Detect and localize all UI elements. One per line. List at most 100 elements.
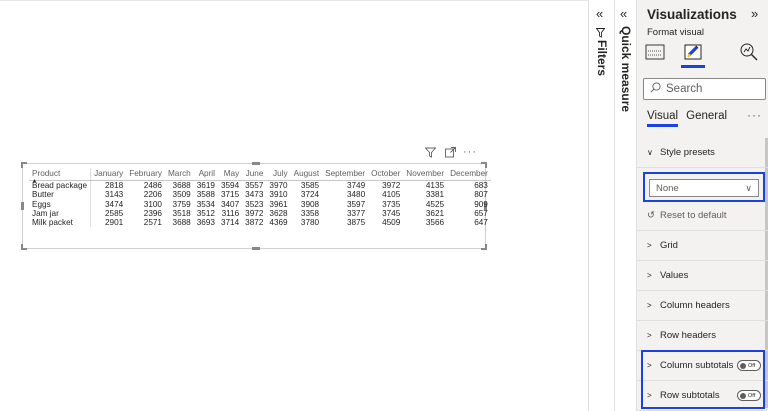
value-cell: 3473 (245, 190, 264, 200)
search-icon (650, 80, 661, 98)
value-cell: 2486 (143, 181, 162, 190)
value-cell: 3512 (196, 208, 215, 218)
value-cell: 3518 (172, 208, 191, 218)
resize-handle[interactable] (481, 244, 487, 250)
section-label: Grid (660, 240, 678, 251)
collapse-quick-measure-icon[interactable]: « (620, 6, 627, 21)
chevron-down-icon: ∨ (647, 148, 653, 157)
chevron-right-icon: > (647, 331, 652, 340)
value-cell: 3358 (300, 208, 320, 218)
build-visual-icon[interactable] (643, 40, 667, 64)
value-cell: 3780 (300, 218, 320, 228)
column-header[interactable]: October (368, 168, 404, 181)
sort-ascending-icon: ▲ (32, 178, 37, 184)
value-cell: 3597 (346, 199, 366, 209)
tab-visual[interactable]: Visual (647, 110, 679, 127)
tab-general[interactable]: General (686, 110, 727, 125)
value-cell: 4525 (425, 199, 445, 209)
resize-handle[interactable] (21, 244, 27, 250)
column-header[interactable]: August (290, 168, 323, 181)
column-header[interactable]: February (126, 168, 165, 181)
value-cell: 807 (474, 190, 488, 200)
table-row[interactable]: Butter 3143 2206 3509 3588 3715 3473 3910 3724 34… (29, 190, 491, 200)
style-preset-dropdown[interactable]: None ∨ (643, 172, 765, 202)
section-row-headers[interactable]: > Row headers (637, 321, 768, 351)
resize-handle[interactable] (21, 202, 24, 210)
filter-icon[interactable] (424, 146, 436, 158)
report-canvas[interactable]: ··· Product ▲ January February March Apri… (0, 0, 588, 411)
value-cell: 683 (474, 181, 488, 190)
column-header[interactable]: Product ▲ (29, 168, 92, 184)
analytics-icon[interactable] (737, 40, 761, 64)
filters-pane[interactable]: « Filters (588, 0, 614, 411)
column-header[interactable]: March (164, 168, 194, 181)
column-header[interactable]: January (90, 168, 127, 181)
column-header[interactable]: June (242, 168, 267, 181)
column-header[interactable]: July (266, 168, 291, 181)
resize-handle[interactable] (252, 247, 260, 250)
value-cell: 3745 (382, 208, 401, 218)
row-header-cell[interactable]: Milk packet (29, 218, 92, 228)
section-values[interactable]: > Values (637, 261, 768, 291)
matrix-visual[interactable]: Product ▲ January February March April Ma… (21, 162, 491, 250)
value-cell: 3688 (172, 218, 191, 228)
focus-mode-icon[interactable] (444, 146, 456, 158)
value-cell: 657 (474, 208, 488, 218)
value-cell: 2585 (105, 208, 124, 218)
collapse-filters-icon[interactable]: « (596, 6, 603, 21)
value-cell: 3381 (425, 190, 445, 200)
format-visual-label: Format visual (647, 27, 705, 38)
more-options-icon[interactable]: ··· (747, 108, 762, 122)
matrix-table: Product ▲ January February March April Ma… (29, 168, 491, 228)
value-cell: 3523 (245, 199, 264, 209)
section-label: Values (660, 270, 689, 281)
filters-label: Filters (595, 40, 609, 77)
column-header[interactable]: November (403, 168, 448, 181)
column-header[interactable]: May (217, 168, 243, 181)
value-cell: 3585 (300, 181, 320, 190)
value-cell: 3961 (269, 199, 288, 209)
dropdown-field[interactable]: None ∨ (649, 179, 759, 197)
table-row[interactable]: Bread package 2818 2486 3688 3619 3594 3557 397… (29, 180, 491, 191)
row-header-cell[interactable]: Bread package (29, 180, 92, 191)
row-header-cell[interactable]: Butter (29, 190, 92, 200)
table-row[interactable]: Eggs 3474 3100 3759 3534 3407 3523 3961 3908 3597… (29, 199, 491, 209)
active-indicator (681, 65, 705, 68)
table-row[interactable]: Milk packet 2901 2571 3688 3693 3714 3872 4369 3… (29, 218, 491, 228)
value-cell: 3480 (346, 190, 366, 200)
section-header[interactable]: ∨ Style presets (637, 138, 768, 168)
value-cell: 3749 (346, 181, 366, 190)
value-cell: 4369 (269, 218, 288, 228)
reset-to-default-button[interactable]: ↺ Reset to default (647, 210, 727, 221)
format-visual-icon[interactable] (681, 40, 705, 64)
value-cell: 3693 (196, 218, 215, 228)
resize-handle[interactable] (252, 162, 260, 165)
section-column-headers[interactable]: > Column headers (637, 291, 768, 321)
value-cell: 3688 (172, 181, 191, 190)
column-header[interactable]: April (193, 168, 218, 181)
resize-handle[interactable] (21, 162, 27, 168)
column-header[interactable]: September (322, 168, 369, 181)
search-input[interactable] (666, 83, 756, 95)
value-cell: 3875 (346, 218, 366, 228)
value-cell: 3474 (105, 199, 124, 209)
row-header-cell[interactable]: Eggs (29, 199, 92, 209)
column-header[interactable]: December (447, 168, 491, 181)
section-grid[interactable]: > Grid (637, 231, 768, 261)
value-cell: 3557 (245, 181, 264, 190)
style-presets-section[interactable]: ∨ Style presets (637, 138, 768, 168)
search-box[interactable] (643, 78, 766, 100)
row-header-cell[interactable]: Jam jar (29, 208, 92, 219)
more-options-icon[interactable]: ··· (463, 146, 476, 158)
value-cell: 3621 (425, 208, 445, 218)
chevron-right-icon: > (647, 241, 652, 250)
quick-measure-pane[interactable]: « Quick measure (614, 0, 636, 411)
value-cell: 3972 (245, 208, 264, 218)
expand-pane-icon[interactable]: » (751, 6, 758, 21)
visualizations-pane: Visualizations » Format visual Visual Ge… (636, 0, 768, 411)
value-cell: 2206 (143, 190, 162, 200)
chevron-right-icon: > (647, 301, 652, 310)
value-cell: 4135 (425, 181, 445, 190)
value-cell: 2901 (105, 218, 124, 228)
table-row[interactable]: Jam jar 2585 2396 3518 3512 3116 3972 3628 3358 3… (29, 208, 491, 219)
